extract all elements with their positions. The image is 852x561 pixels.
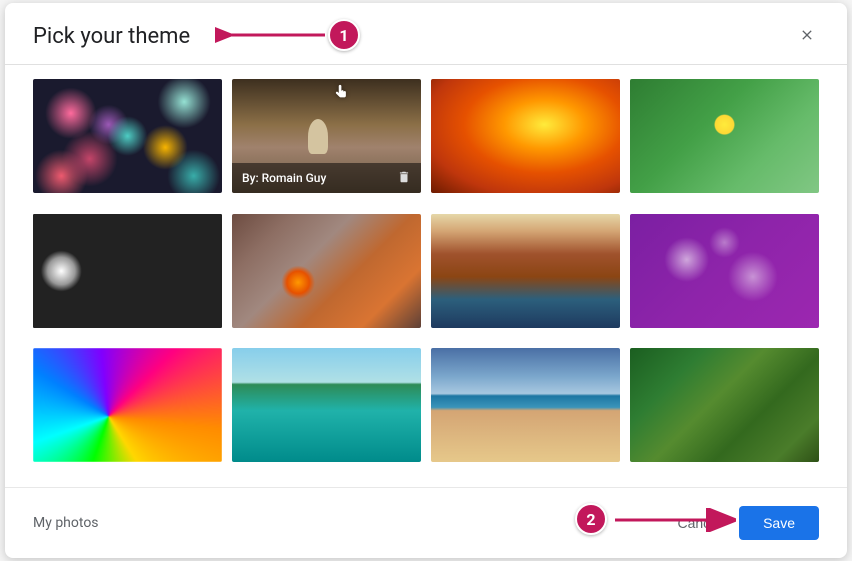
dialog-header: Pick your theme (5, 3, 847, 65)
trash-icon[interactable] (397, 169, 411, 188)
theme-attribution-text: By: Romain Guy (242, 171, 326, 185)
theme-thumbnail (630, 214, 819, 328)
theme-thumbnail (431, 79, 620, 193)
theme-thumbnail (630, 348, 819, 462)
footer-buttons: Cancel Save (673, 506, 819, 540)
theme-thumbnail (630, 79, 819, 193)
theme-thumbnail (33, 214, 222, 328)
theme-thumbnail (431, 348, 620, 462)
theme-tile-leaves[interactable] (232, 214, 421, 328)
theme-tile-jellyfish[interactable] (630, 214, 819, 328)
pointer-cursor-icon (332, 83, 350, 105)
theme-attribution-overlay: By: Romain Guy (232, 163, 421, 193)
theme-tile-caterpillar[interactable] (630, 79, 819, 193)
theme-thumbnail (33, 348, 222, 462)
theme-tile-beach[interactable] (431, 348, 620, 462)
theme-tile-bokeh[interactable] (33, 79, 222, 193)
save-button[interactable]: Save (739, 506, 819, 540)
theme-thumbnail (431, 214, 620, 328)
dialog-title: Pick your theme (33, 24, 190, 49)
close-icon (799, 27, 815, 46)
theme-thumbnail (232, 214, 421, 328)
theme-tile-rainbow[interactable] (33, 348, 222, 462)
theme-tile-horseshoe[interactable] (431, 214, 620, 328)
theme-tile-chess[interactable]: By: Romain Guy (232, 79, 421, 193)
my-photos-link[interactable]: My photos (33, 515, 99, 531)
theme-picker-dialog: Pick your theme By: Romain Guy (5, 3, 847, 558)
dialog-footer: My photos Cancel Save (5, 487, 847, 558)
cancel-button[interactable]: Cancel (673, 507, 725, 539)
theme-thumbnail (33, 79, 222, 193)
theme-thumbnail (232, 348, 421, 462)
theme-tile-lake[interactable] (232, 348, 421, 462)
theme-grid: By: Romain Guy (5, 65, 847, 487)
theme-tile-tubes[interactable] (33, 214, 222, 328)
theme-tile-canyon[interactable] (431, 79, 620, 193)
theme-tile-forest[interactable] (630, 348, 819, 462)
close-button[interactable] (795, 23, 819, 50)
